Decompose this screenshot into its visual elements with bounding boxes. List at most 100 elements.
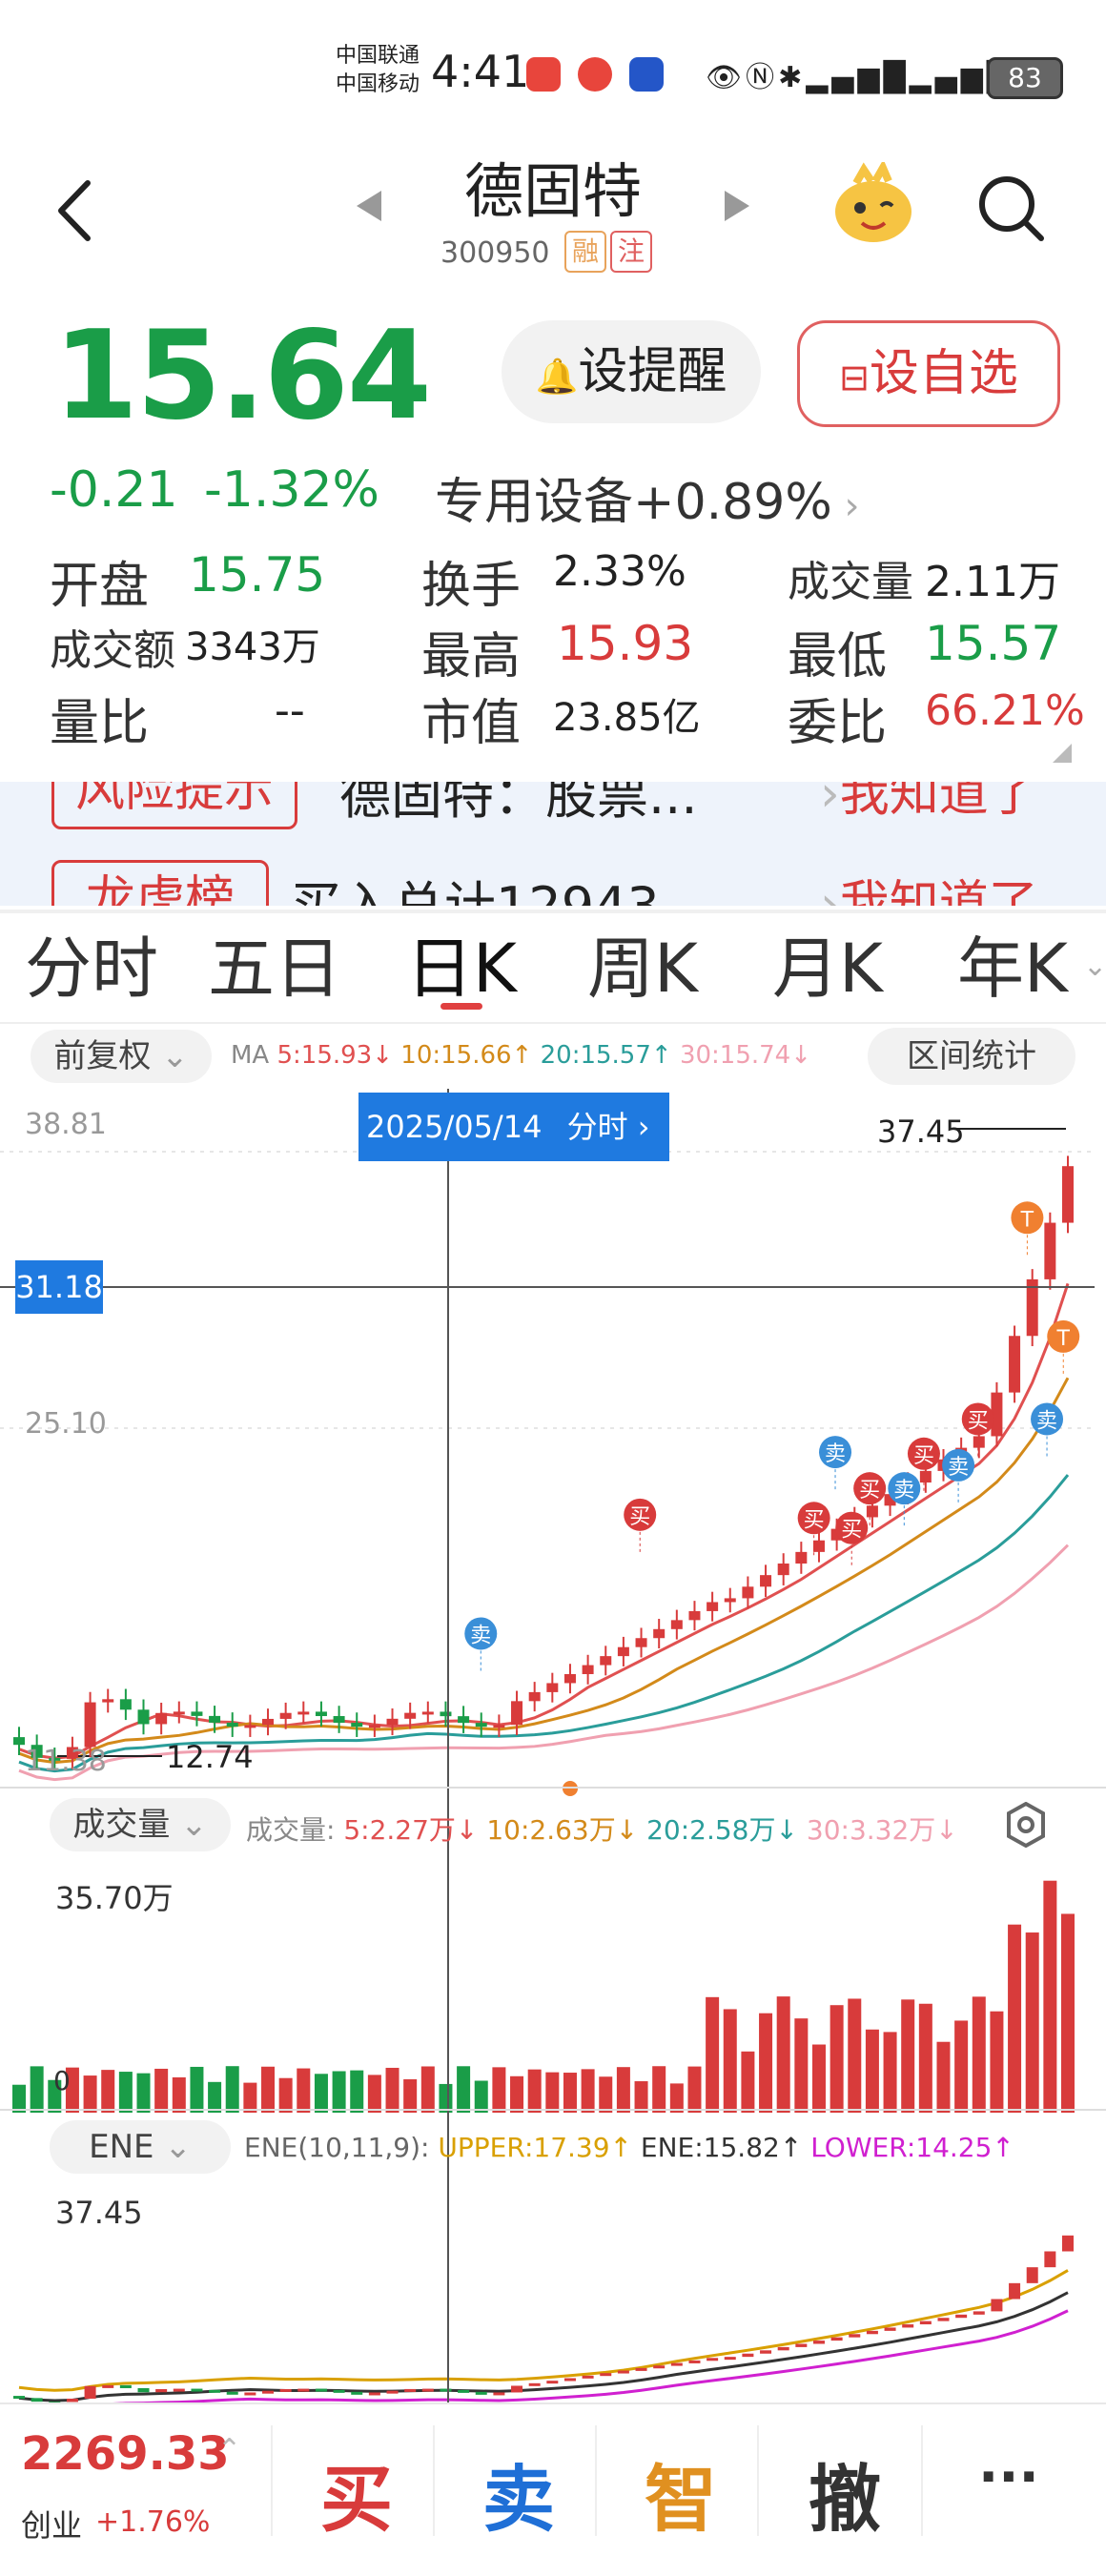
ene-candle-body bbox=[493, 2392, 505, 2396]
volume-bar bbox=[385, 2067, 399, 2113]
amount-value: 3343万 bbox=[185, 625, 320, 669]
ene-candle-body bbox=[528, 2382, 541, 2386]
ene-candle-body bbox=[707, 2358, 719, 2361]
ene-band-line bbox=[18, 2291, 1069, 2402]
volume-bar bbox=[830, 2005, 844, 2113]
tab-five-day[interactable]: 五日 bbox=[208, 915, 341, 1012]
tab-intraday[interactable]: 分时 bbox=[25, 915, 158, 1012]
more-button[interactable]: ··· bbox=[978, 2446, 1039, 2508]
risk-text[interactable]: 德固特：股票... bbox=[339, 782, 698, 828]
ma10-line bbox=[18, 1377, 1070, 1765]
candle-body bbox=[919, 1470, 932, 1483]
ene-candle-body bbox=[902, 2324, 914, 2328]
risk-dismiss[interactable]: ›我知道了 bbox=[820, 782, 1038, 825]
ene-candle-body bbox=[617, 2370, 629, 2374]
low-label: 最低 bbox=[788, 628, 888, 685]
buy-button[interactable]: 买 bbox=[320, 2441, 393, 2545]
ene-candle-body bbox=[66, 2398, 78, 2402]
tab-weekly-k[interactable]: 周K bbox=[587, 915, 698, 1012]
ma10-value: 10:15.66↑ bbox=[400, 1041, 533, 1070]
marker-text: 买 bbox=[859, 1479, 880, 1503]
high-value: 15.93 bbox=[557, 616, 694, 671]
range-stats-button[interactable]: 区间统计 bbox=[868, 1028, 1075, 1085]
candle-body bbox=[368, 1725, 380, 1728]
volume-bar bbox=[278, 2077, 293, 2113]
set-alert-button[interactable]: 🔔设提醒 bbox=[502, 320, 761, 423]
tab-daily-k[interactable]: 日K bbox=[406, 915, 517, 1012]
volume-legend-title: 成交量: bbox=[246, 1814, 336, 1846]
cursor-date-label[interactable]: 2025/05/14 分时 › bbox=[358, 1093, 669, 1161]
ene-mid-value: ENE:15.82↑ bbox=[640, 2132, 803, 2163]
add-watchlist-button[interactable]: ⊟设自选 bbox=[797, 320, 1060, 427]
sector-link[interactable]: 专用设备+0.89% › bbox=[435, 461, 859, 533]
ene-indicator-selector[interactable]: ENE ⌄ bbox=[50, 2120, 231, 2174]
candle-body bbox=[563, 1674, 576, 1684]
open-label: 开盘 bbox=[50, 558, 150, 615]
settings-icon[interactable] bbox=[1005, 1802, 1047, 1848]
volume-bar bbox=[1043, 1880, 1057, 2113]
volume-bar bbox=[990, 2011, 1004, 2113]
ene-candle-body bbox=[315, 2388, 327, 2392]
volume-bar bbox=[172, 2076, 186, 2113]
candle-body bbox=[421, 1711, 434, 1715]
risk-tag: 风险提示 bbox=[51, 782, 297, 829]
candle-body bbox=[670, 1620, 683, 1629]
event-dot[interactable] bbox=[563, 1781, 578, 1796]
ene-candle-body bbox=[404, 2388, 417, 2392]
carrier-2: 中国移动 bbox=[336, 72, 420, 96]
volume-bar bbox=[420, 2066, 435, 2113]
mascot-icon[interactable] bbox=[828, 162, 919, 248]
volume-bar bbox=[723, 2009, 737, 2113]
next-stock-icon[interactable] bbox=[725, 191, 749, 221]
ene-upper-value: UPPER:17.39↑ bbox=[438, 2132, 632, 2163]
dragon-tiger-dismiss[interactable]: ›我知道了 bbox=[820, 864, 1038, 906]
chevron-up-icon[interactable]: ⌃ bbox=[217, 2433, 241, 2466]
volume-bar bbox=[918, 2003, 932, 2113]
cursor-date: 2025/05/14 bbox=[366, 1109, 543, 1145]
search-icon[interactable] bbox=[974, 172, 1047, 244]
ene-candle-body bbox=[173, 2388, 185, 2392]
smart-button[interactable]: 智 bbox=[645, 2441, 717, 2545]
y-axis-top: 38.81 bbox=[25, 1108, 107, 1141]
dragon-tiger-text[interactable]: 买入总计12943... bbox=[290, 864, 708, 906]
volume-indicator-selector[interactable]: 成交量 ⌄ bbox=[50, 1798, 231, 1851]
y-axis-mid: 25.10 bbox=[25, 1407, 107, 1441]
volume-bar bbox=[83, 2075, 97, 2113]
expand-corner-icon[interactable] bbox=[1053, 744, 1072, 763]
ene-candle-body bbox=[155, 2388, 168, 2393]
ene-candle-body bbox=[866, 2330, 878, 2335]
volume-bar bbox=[759, 2013, 773, 2113]
volume-bar bbox=[190, 2066, 204, 2113]
volume-bar bbox=[563, 2073, 577, 2113]
ene-lower-value: LOWER:14.25↑ bbox=[810, 2132, 1014, 2163]
notice-banner: 风险提示 德固特：股票... ›我知道了 龙虎榜 买入总计12943... ›我… bbox=[0, 782, 1106, 906]
buy-marker: 买 bbox=[835, 1511, 869, 1566]
sell-marker: 卖 bbox=[819, 1436, 852, 1491]
stock-code: 300950 bbox=[440, 236, 550, 270]
candle-body bbox=[546, 1683, 559, 1692]
sell-button[interactable]: 卖 bbox=[482, 2441, 555, 2545]
tab-monthly-k[interactable]: 月K bbox=[772, 915, 883, 1012]
nfc-icon: Ⓝ bbox=[746, 61, 779, 94]
tab-yearly-k[interactable]: 年K bbox=[957, 915, 1068, 1012]
ene-candle-body bbox=[84, 2385, 96, 2399]
cancel-order-button[interactable]: 撤 bbox=[809, 2441, 881, 2545]
risk-dismiss-label: 我知道了 bbox=[839, 782, 1038, 823]
adjust-selector[interactable]: 前复权 ⌄ bbox=[31, 1030, 212, 1083]
ene-candle-body bbox=[421, 2388, 434, 2392]
ene-candle-body bbox=[440, 2388, 452, 2392]
note-tag[interactable]: 注 bbox=[610, 231, 652, 273]
marker-text: 买 bbox=[913, 1444, 934, 1468]
marker-text: 卖 bbox=[825, 1442, 846, 1466]
index-value[interactable]: 2269.33 bbox=[21, 2427, 230, 2481]
ene-candle-body bbox=[812, 2341, 825, 2344]
ene-candle-body bbox=[102, 2384, 114, 2388]
volume-bar bbox=[527, 2069, 542, 2113]
ma30-value: 30:15.74↓ bbox=[679, 1041, 811, 1070]
ene-candle-body bbox=[955, 2314, 968, 2319]
volume-bar bbox=[741, 2051, 755, 2113]
volume-bar bbox=[706, 1996, 720, 2113]
candle-body bbox=[493, 1725, 505, 1728]
tabs-more-icon[interactable]: ⌄ bbox=[1083, 950, 1106, 983]
volume-bar bbox=[314, 2074, 328, 2113]
